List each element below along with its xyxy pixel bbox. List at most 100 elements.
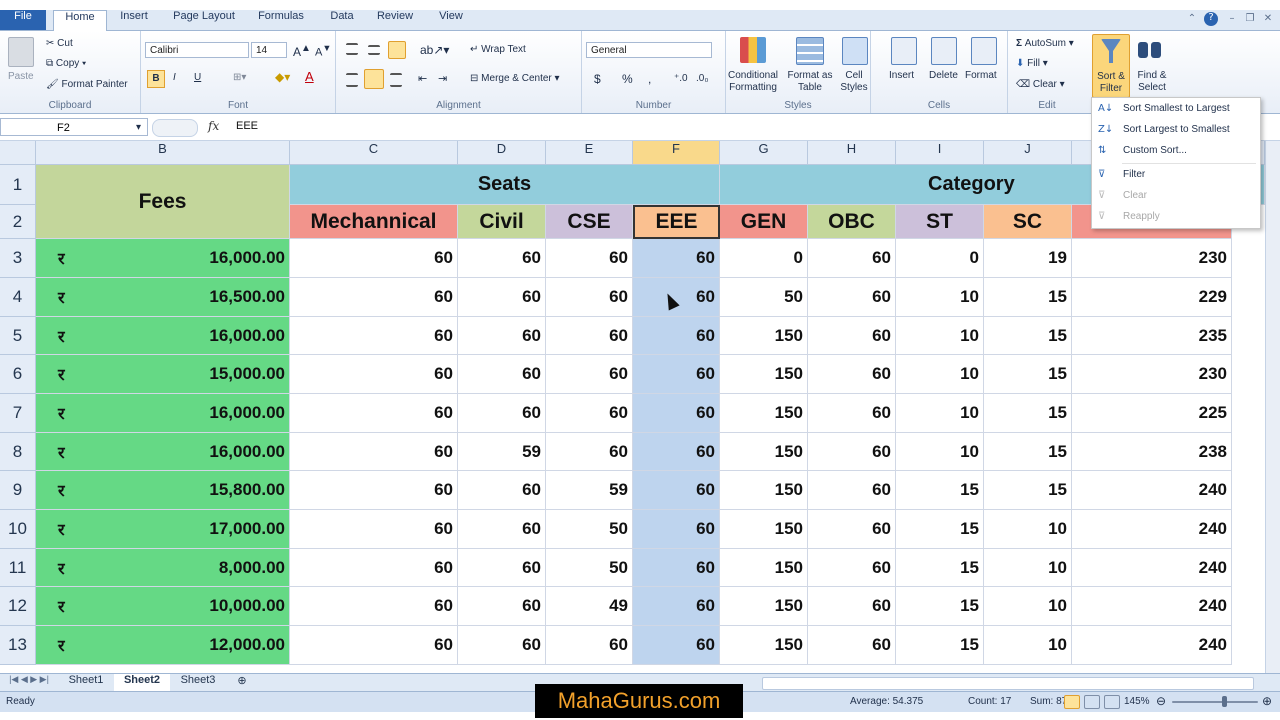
cell-g-7[interactable]: 150 [720, 394, 808, 433]
cell-i-5[interactable]: 10 [896, 317, 984, 355]
window-close-icon[interactable]: ✕ [1262, 13, 1274, 25]
cell-c-3[interactable]: 60 [290, 239, 458, 278]
cell-d-4[interactable]: 60 [458, 278, 546, 317]
format-as-table-icon[interactable] [796, 37, 824, 65]
cell-h-8[interactable]: 60 [808, 433, 896, 471]
delete-button[interactable]: Delete [929, 70, 958, 81]
cell-j-6[interactable]: 15 [984, 355, 1072, 394]
cell-f-12[interactable]: 60 [633, 587, 720, 626]
cell-g-12[interactable]: 150 [720, 587, 808, 626]
cell-e-10[interactable]: 50 [546, 510, 633, 549]
row-header-3[interactable]: 3 [0, 239, 36, 278]
column-header-b[interactable]: B [36, 141, 290, 165]
sheet-tab-1[interactable]: Sheet1 [60, 674, 112, 691]
cell-d-7[interactable]: 60 [458, 394, 546, 433]
cell-g-11[interactable]: 150 [720, 549, 808, 587]
format-painter-button[interactable]: 🖌 Format Painter [46, 79, 128, 90]
insert-function-button[interactable]: fx [208, 119, 219, 133]
window-restore-icon[interactable]: ❐ [1244, 13, 1256, 25]
cell-j-13[interactable]: 10 [984, 626, 1072, 665]
cell-f-5[interactable]: 60 [633, 317, 720, 355]
wrap-text-button[interactable]: ↵ Wrap Text [470, 44, 526, 55]
cell-j-12[interactable]: 10 [984, 587, 1072, 626]
tab-data[interactable]: Data [322, 10, 362, 30]
cell-d-12[interactable]: 60 [458, 587, 546, 626]
cell-k-6[interactable]: 230 [1072, 355, 1232, 394]
cell-h-10[interactable]: 60 [808, 510, 896, 549]
cell-d-8[interactable]: 59 [458, 433, 546, 471]
increase-decimal-icon[interactable]: ⁺.0 [674, 73, 688, 84]
sheet-tab-3[interactable]: Sheet3 [172, 674, 224, 691]
row-header-2[interactable]: 2 [0, 205, 36, 239]
cell-e-3[interactable]: 60 [546, 239, 633, 278]
cut-button[interactable]: ✂ Cut [46, 38, 73, 49]
cell-h-4[interactable]: 60 [808, 278, 896, 317]
row-header-9[interactable]: 9 [0, 471, 36, 510]
cell-k-5[interactable]: 235 [1072, 317, 1232, 355]
normal-view-icon[interactable] [1064, 695, 1080, 709]
cell-d-11[interactable]: 60 [458, 549, 546, 587]
align-left-icon[interactable] [346, 73, 358, 87]
borders-icon[interactable]: ⊞▾ [233, 72, 246, 83]
align-center-icon[interactable] [364, 69, 384, 89]
binoculars-icon[interactable] [1138, 38, 1162, 60]
zoom-slider-thumb[interactable] [1222, 696, 1227, 707]
cell-k-10[interactable]: 240 [1072, 510, 1232, 549]
cell-g-6[interactable]: 150 [720, 355, 808, 394]
cell-i-8[interactable]: 10 [896, 433, 984, 471]
tab-insert[interactable]: Insert [110, 10, 158, 30]
cell-g-10[interactable]: 150 [720, 510, 808, 549]
paste-icon[interactable] [8, 37, 34, 67]
fee-cell[interactable]: र 15,000.00 [36, 355, 290, 394]
row-header-10[interactable]: 10 [0, 510, 36, 549]
header-eee[interactable]: EEE [633, 205, 720, 239]
cell-k-13[interactable]: 240 [1072, 626, 1232, 665]
cell-styles-button[interactable]: Cell Styles [836, 70, 872, 94]
clear-button[interactable]: ⌫ Clear ▾ [1016, 79, 1065, 90]
cell-i-13[interactable]: 15 [896, 626, 984, 665]
menu-sort-descending[interactable]: Z↓ Sort Largest to Smallest [1092, 120, 1258, 140]
cell-c-6[interactable]: 60 [290, 355, 458, 394]
fee-cell[interactable]: र 16,000.00 [36, 394, 290, 433]
sheet-tab-2[interactable]: Sheet2 [114, 674, 170, 691]
cell-j-5[interactable]: 15 [984, 317, 1072, 355]
cell-h-6[interactable]: 60 [808, 355, 896, 394]
bottom-align-icon[interactable] [388, 41, 406, 59]
paste-button[interactable]: Paste [8, 71, 34, 82]
cell-k-7[interactable]: 225 [1072, 394, 1232, 433]
row-header-13[interactable]: 13 [0, 626, 36, 665]
zoom-in-icon[interactable]: ⊕ [1262, 694, 1272, 708]
cell-k-4[interactable]: 229 [1072, 278, 1232, 317]
copy-button[interactable]: ⧉ Copy ▾ [46, 58, 86, 69]
align-right-icon[interactable] [390, 73, 402, 87]
cell-k-8[interactable]: 238 [1072, 433, 1232, 471]
column-header-j[interactable]: J [984, 141, 1072, 165]
delete-cells-icon[interactable] [931, 37, 957, 65]
font-color-icon[interactable]: A [305, 69, 314, 84]
header-civil[interactable]: Civil [458, 205, 546, 239]
format-button[interactable]: Format [965, 70, 997, 81]
cell-i-3[interactable]: 0 [896, 239, 984, 278]
autosum-button[interactable]: Σ AutoSum ▾ [1016, 38, 1074, 49]
cell-e-4[interactable]: 60 [546, 278, 633, 317]
fee-cell[interactable]: र 15,800.00 [36, 471, 290, 510]
cell-e-13[interactable]: 60 [546, 626, 633, 665]
underline-button[interactable]: U [194, 72, 201, 83]
cell-c-8[interactable]: 60 [290, 433, 458, 471]
tab-file[interactable]: File [0, 10, 46, 30]
cell-f-4[interactable]: 60 [633, 278, 720, 317]
page-break-view-icon[interactable] [1104, 695, 1120, 709]
cell-c-11[interactable]: 60 [290, 549, 458, 587]
cell-i-12[interactable]: 15 [896, 587, 984, 626]
insert-sheet-icon[interactable]: ⊕ [230, 674, 254, 691]
cell-h-5[interactable]: 60 [808, 317, 896, 355]
sort-filter-button[interactable]: Sort & Filter [1092, 34, 1130, 98]
row-header-1[interactable]: 1 [0, 165, 36, 205]
cell-h-11[interactable]: 60 [808, 549, 896, 587]
row-header-11[interactable]: 11 [0, 549, 36, 587]
cell-g-3[interactable]: 0 [720, 239, 808, 278]
cell-e-11[interactable]: 50 [546, 549, 633, 587]
row-header-4[interactable]: 4 [0, 278, 36, 317]
cell-e-9[interactable]: 59 [546, 471, 633, 510]
row-header-6[interactable]: 6 [0, 355, 36, 394]
